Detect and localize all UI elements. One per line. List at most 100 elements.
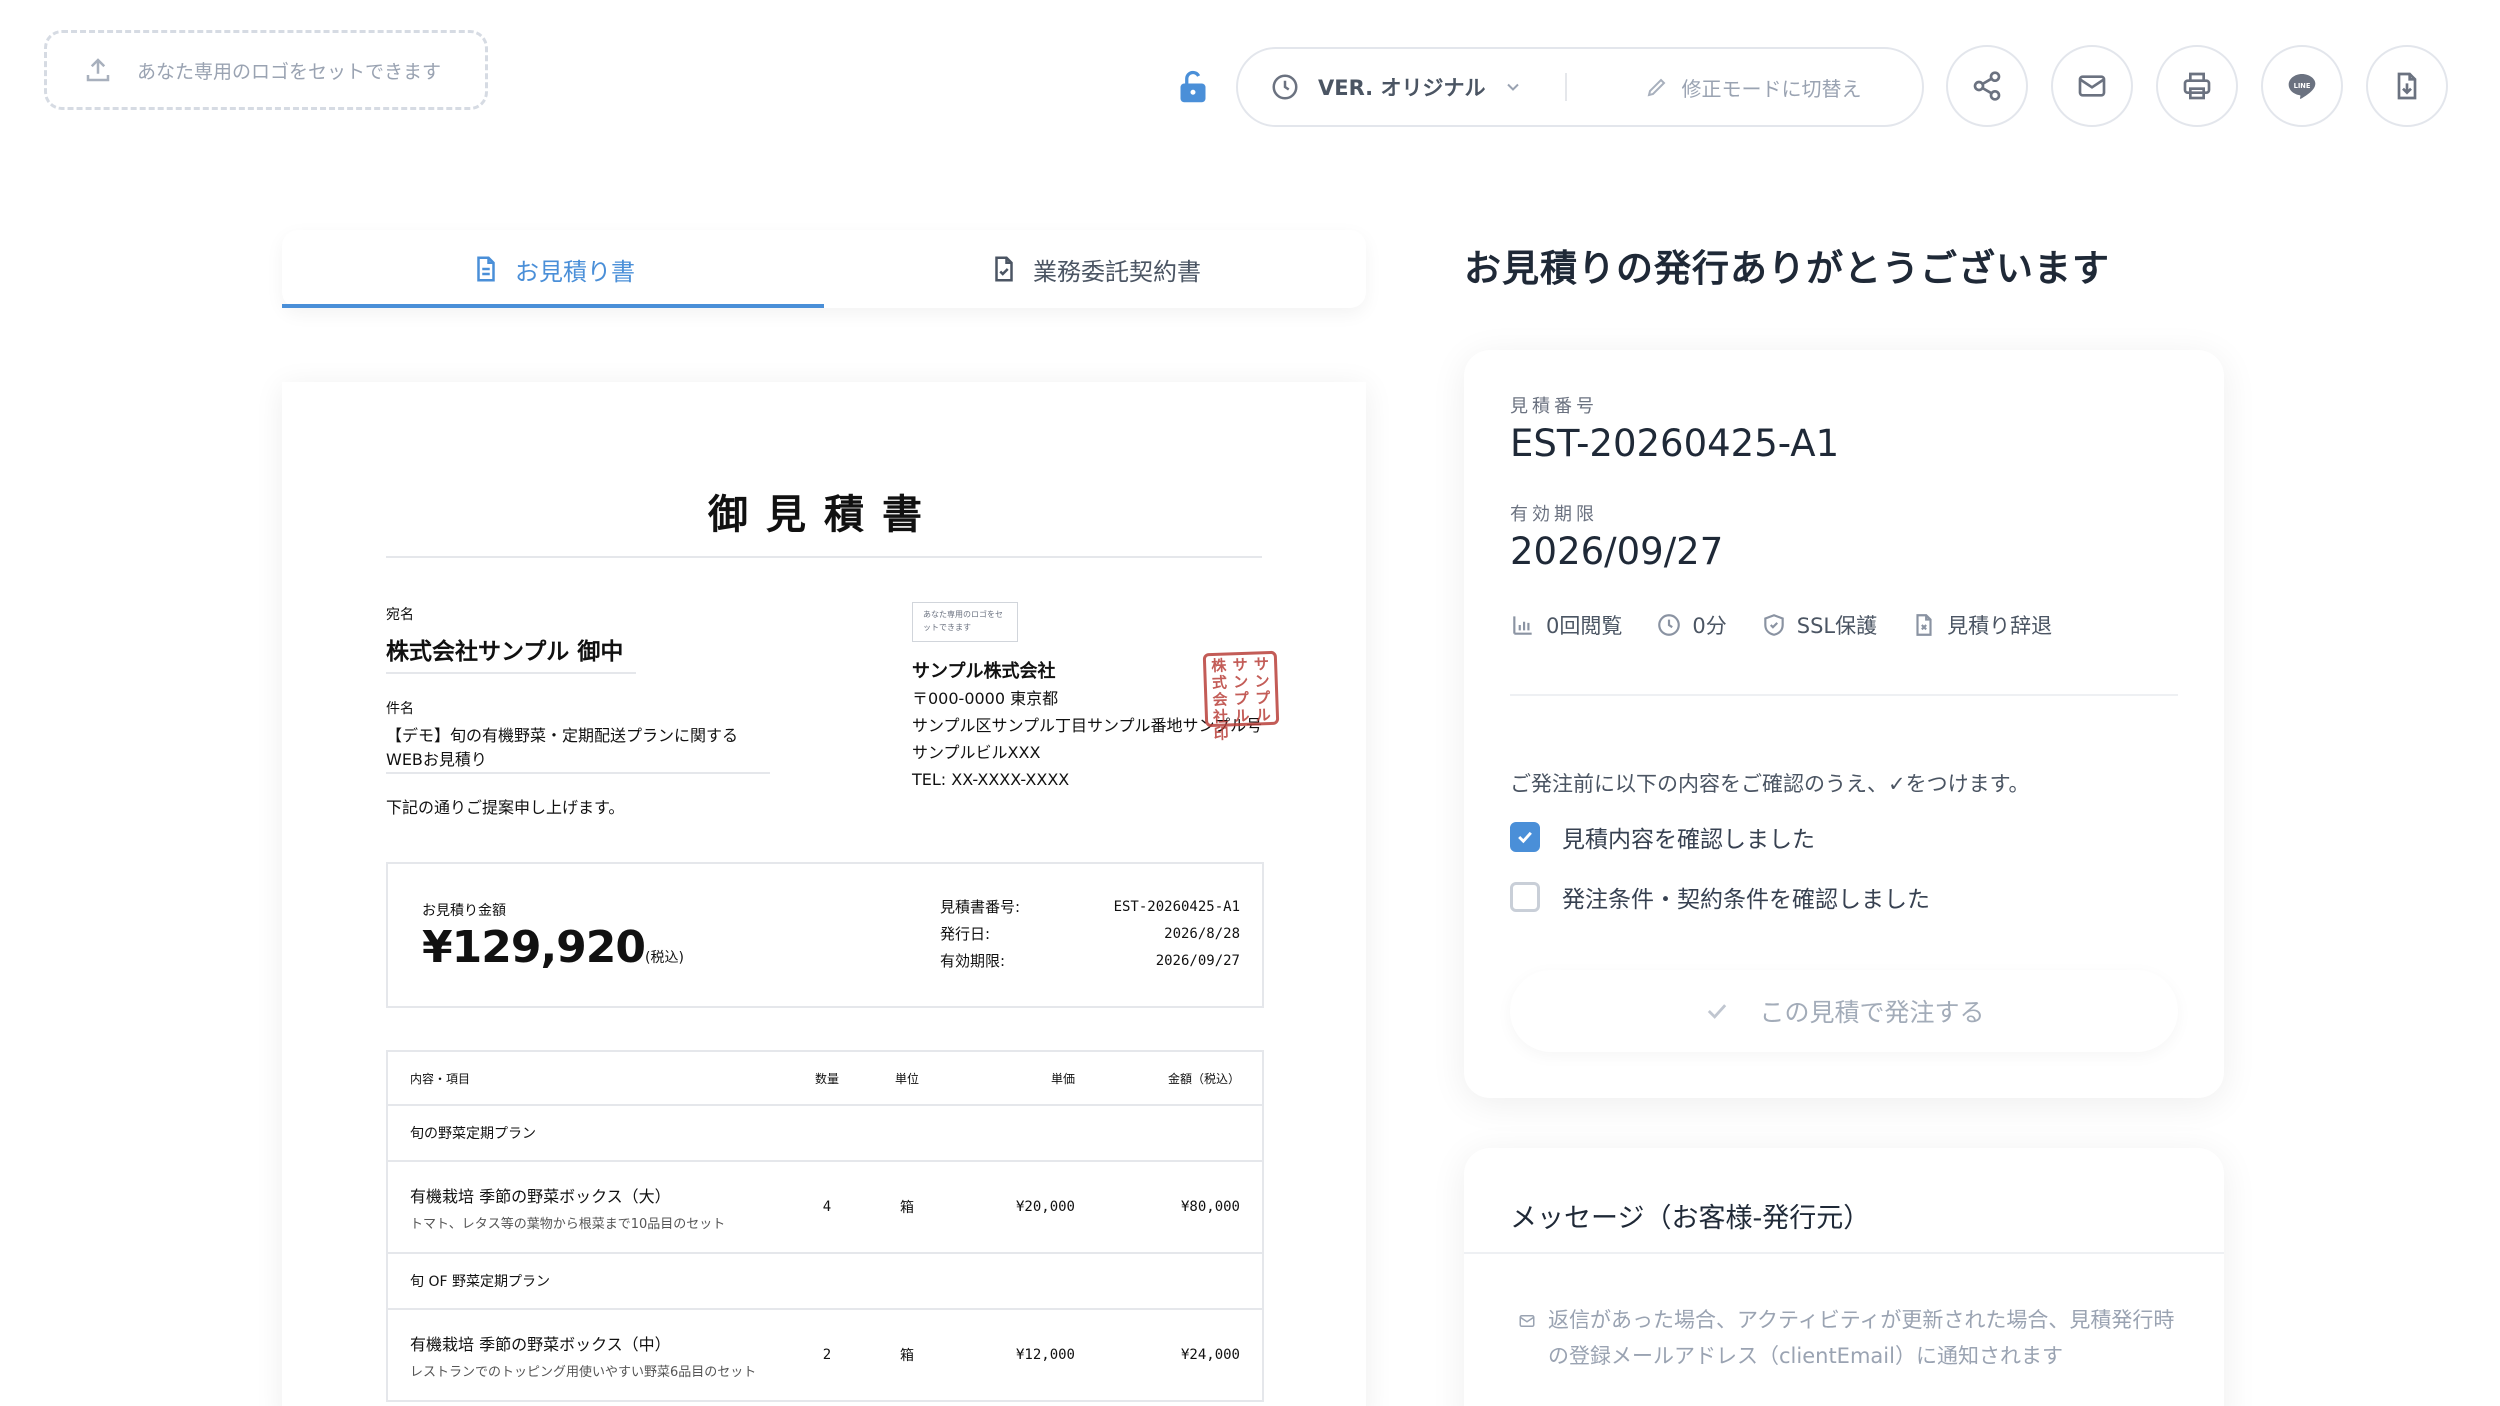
estimate-document: 御見積書 宛名 株式会社サンプル 御中 件名 【デモ】旬の有機野菜・定期配送プラ… xyxy=(282,382,1366,1406)
subject-text: 【デモ】旬の有機野菜・定期配送プランに関するWEBお見積り xyxy=(386,726,739,769)
views-stat: 0回閲覧 xyxy=(1510,610,1622,640)
time-stat: 0分 xyxy=(1656,610,1727,640)
item-unit: 箱 xyxy=(867,1309,947,1402)
svg-text:LINE: LINE xyxy=(2294,82,2311,90)
estimate-meta: 見積書番号: EST-20260425-A1 発行日: 2026/8/28 有効期限… xyxy=(940,894,1240,975)
document-icon xyxy=(477,256,495,282)
estimate-no-label: 見積番号 xyxy=(1510,396,1598,417)
divider xyxy=(386,672,636,674)
meta-row: 有効期限: 2026/09/27 xyxy=(940,952,1240,970)
check-icon xyxy=(1708,1004,1727,1019)
estimate-no: EST-20260425-A1 xyxy=(1510,422,1840,465)
check-terms-label: 発注条件・契約条件を確認しました xyxy=(1562,887,1930,913)
item-unit: 箱 xyxy=(867,1161,947,1254)
col-item: 内容・項目 xyxy=(387,1051,787,1106)
tab-contract-label: 業務委託契約書 xyxy=(1033,257,1201,286)
tab-estimate-label: お見積り書 xyxy=(515,257,635,286)
upload-icon xyxy=(86,58,110,82)
checkbox-terms-confirmed[interactable] xyxy=(1510,882,1540,912)
share-button[interactable] xyxy=(1946,45,2028,127)
line-icon: LINE xyxy=(2288,74,2316,99)
item-price: ¥12,000 xyxy=(947,1309,1097,1402)
divider xyxy=(1464,1252,2224,1254)
tab-contract[interactable]: 業務委託契約書 xyxy=(824,230,1366,308)
share-icon xyxy=(1973,71,2001,101)
bar-chart-icon xyxy=(1513,616,1532,635)
logo-upload-slot[interactable]: あなた専用のロゴをセットできます xyxy=(44,30,488,110)
item-name: 有機栽培 季節の野菜ボックス（中） xyxy=(410,1334,671,1354)
thank-you-heading: お見積りの発行ありがとうございます xyxy=(1464,247,2110,290)
unlock-icon[interactable] xyxy=(1178,68,1208,104)
expiry-label: 有効期限 xyxy=(1510,504,1598,525)
confirm-instructions: ご発注前に以下の内容をご確認のうえ、✓をつけます。 xyxy=(1510,772,2030,796)
history-icon xyxy=(1272,74,1298,100)
pencil-icon xyxy=(1648,78,1666,97)
total-label: お見積り金額 xyxy=(422,903,506,919)
mail-icon xyxy=(1519,1315,1535,1327)
item-price: ¥20,000 xyxy=(947,1161,1097,1254)
issuer-building: サンプルビルXXX xyxy=(912,743,1041,762)
check-estimate-label: 見積内容を確認しました xyxy=(1562,827,1815,853)
table-header-row: 内容・項目 数量 単位 単価 金額（税込） xyxy=(387,1051,1263,1106)
estimate-status-card: 見積番号 EST-20260425-A1 有効期限 2026/09/27 0回閲… xyxy=(1464,350,2224,1098)
download-pdf-button[interactable] xyxy=(2366,45,2448,127)
item-amount: ¥80,000 xyxy=(1097,1161,1263,1254)
item-desc: トマト、レタス等の葉物から根菜まで10品目のセット xyxy=(410,1216,726,1232)
check-terms-row[interactable]: 発注条件・契約条件を確認しました xyxy=(1510,880,1930,914)
divider xyxy=(1510,694,2178,696)
divider xyxy=(386,772,770,774)
line-items-table: 内容・項目 数量 単位 単価 金額（税込） 旬の野菜定期プラン 有機栽培 季節の… xyxy=(386,1050,1264,1402)
stats-row: 0回閲覧 0分 SSL保護 見積り辞退 xyxy=(1510,610,2052,640)
expiry-date: 2026/09/27 xyxy=(1510,530,1724,573)
table-row: 有機栽培 季節の野菜ボックス（中） レストランでのトッピング用使いやすい野菜6品目… xyxy=(387,1309,1263,1402)
message-title: メッセージ（お客様-発行元） xyxy=(1510,1203,1871,1234)
mail-icon xyxy=(2078,75,2106,97)
recipient-name: 株式会社サンプル 御中 xyxy=(386,639,624,665)
version-select[interactable]: VER. オリジナル xyxy=(1318,72,1485,102)
meta-row: 見積書番号: EST-20260425-A1 xyxy=(940,898,1240,916)
tab-estimate[interactable]: お見積り書 xyxy=(282,230,824,308)
total-summary-box: お見積り金額 ¥129,920(税込) 見積書番号: EST-20260425-A… xyxy=(386,862,1264,1008)
shield-check-icon xyxy=(1764,614,1784,636)
edit-mode-label: 修正モードに切替え xyxy=(1681,76,1862,101)
line-share-button[interactable]: LINE xyxy=(2261,45,2343,127)
version-bar: VER. オリジナル 修正モードに切替え xyxy=(1236,47,1924,127)
item-amount: ¥24,000 xyxy=(1097,1309,1263,1402)
check-icon xyxy=(1518,831,1532,844)
decline-estimate-link[interactable]: 見積り辞退 xyxy=(1911,610,2052,640)
clock-icon xyxy=(1658,614,1681,636)
check-estimate-row[interactable]: 見積内容を確認しました xyxy=(1510,820,1815,854)
message-card: メッセージ（お客様-発行元） 返信があった場合、アクティビティが更新された場合、… xyxy=(1464,1148,2224,1406)
item-qty: 2 xyxy=(787,1309,867,1402)
section-title: 旬 OF 野菜定期プラン xyxy=(387,1253,1263,1310)
email-button[interactable] xyxy=(2051,45,2133,127)
col-unit: 単位 xyxy=(867,1051,947,1106)
contract-check-icon xyxy=(995,256,1013,282)
message-notice: 返信があった場合、アクティビティが更新された場合、見積発行時の登録メールアドレス… xyxy=(1518,1302,2178,1374)
chevron-down-icon[interactable] xyxy=(1503,77,1523,97)
document-title: 御見積書 xyxy=(708,491,940,538)
item-name: 有機栽培 季節の野菜ボックス（大） xyxy=(410,1186,671,1206)
col-price: 単価 xyxy=(947,1051,1097,1106)
col-amount: 金額（税込） xyxy=(1097,1051,1263,1106)
item-qty: 4 xyxy=(787,1161,867,1254)
issuer-tel: TEL: XX-XXXX-XXXX xyxy=(912,770,1070,789)
checkbox-estimate-confirmed[interactable] xyxy=(1510,822,1540,852)
section-row: 旬 OF 野菜定期プラン xyxy=(387,1253,1263,1310)
to-label: 宛名 xyxy=(386,607,414,623)
divider xyxy=(386,556,1262,558)
file-download-icon xyxy=(2397,72,2417,100)
col-qty: 数量 xyxy=(787,1051,867,1106)
edit-mode-button[interactable]: 修正モードに切替え xyxy=(1645,73,1861,102)
section-title: 旬の野菜定期プラン xyxy=(387,1105,1263,1162)
file-x-icon xyxy=(1916,614,1932,636)
section-row: 旬の野菜定期プラン xyxy=(387,1105,1263,1162)
place-order-button[interactable]: この見積で発注する xyxy=(1510,970,2178,1052)
tax-label: (税込) xyxy=(645,950,684,966)
meta-row: 発行日: 2026/8/28 xyxy=(940,925,1240,943)
total-amount: ¥129,920(税込) xyxy=(422,922,684,973)
print-button[interactable] xyxy=(2156,45,2238,127)
table-row: 有機栽培 季節の野菜ボックス（大） トマト、レタス等の葉物から根菜まで10品目のセ… xyxy=(387,1161,1263,1254)
printer-icon xyxy=(2183,72,2211,100)
company-seal-stamp: 株ササ 式ンン 会ププ 社ルル 印 xyxy=(1202,650,1280,743)
